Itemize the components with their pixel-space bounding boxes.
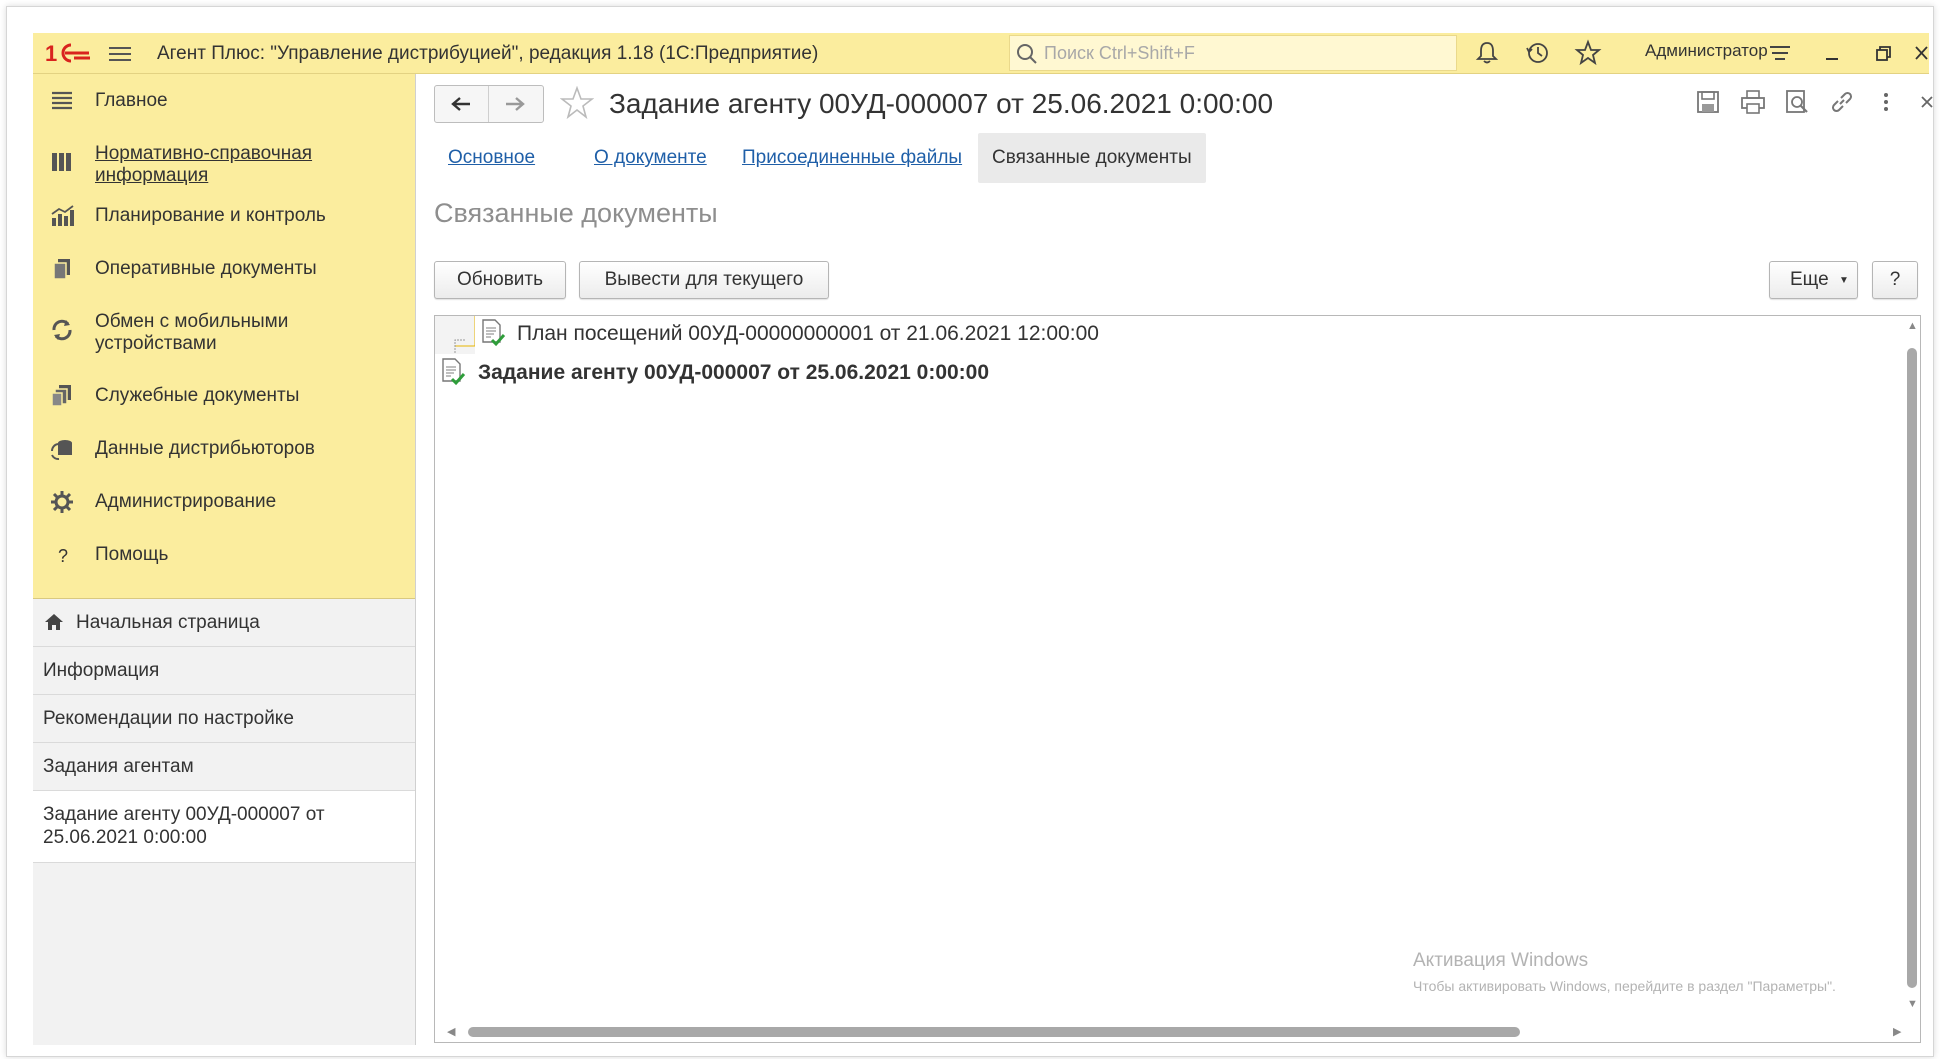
add-to-favorites-icon[interactable] — [560, 86, 594, 120]
help-button[interactable]: ? — [1872, 261, 1918, 299]
section-planning[interactable]: Планирование и контроль — [33, 203, 415, 233]
related-documents-tree[interactable]: План посещений 00УД-00000000001 от 21.06… — [434, 315, 1921, 1043]
show-for-current-button[interactable]: Вывести для текущего — [579, 261, 829, 299]
history-navigation — [434, 85, 544, 123]
vertical-scroll-thumb[interactable] — [1907, 348, 1917, 988]
scroll-left-icon[interactable]: ◀ — [447, 1025, 455, 1038]
section-service-docs[interactable]: Служебные документы — [33, 383, 415, 413]
link-icon[interactable] — [1828, 88, 1856, 116]
scroll-down-icon[interactable]: ▼ — [1907, 998, 1918, 1010]
scroll-right-icon[interactable]: ▶ — [1893, 1025, 1901, 1038]
search-icon — [1017, 44, 1037, 64]
arrow-right-icon — [506, 97, 525, 111]
posted-document-icon — [482, 319, 506, 347]
screenshot-frame: 1 Агент Плюс: "Управление дистрибуцией",… — [6, 6, 1934, 1057]
back-button[interactable] — [435, 86, 489, 122]
horizontal-scroll-thumb[interactable] — [468, 1027, 1520, 1037]
gear-icon — [51, 491, 73, 513]
help-icon: ? — [58, 546, 68, 566]
document-title: Задание агенту 00УД-000007 от 25.06.2021… — [609, 88, 1274, 119]
current-user[interactable]: Администратор — [1645, 41, 1768, 61]
history-icon[interactable] — [1524, 39, 1552, 67]
svg-text:?: ? — [58, 546, 68, 566]
list-icon — [52, 91, 72, 110]
book-icon — [52, 153, 71, 171]
tree-row[interactable]: План посещений 00УД-00000000001 от 21.06… — [435, 318, 1335, 350]
open-window-recommendations[interactable]: Рекомендации по настройке — [33, 695, 415, 743]
sync-icon — [52, 319, 72, 341]
close-window-icon[interactable] — [1913, 39, 1929, 67]
service-docs-icon — [51, 385, 71, 407]
more-button-label: Еще — [1790, 269, 1829, 290]
favorites-star-icon[interactable] — [1574, 39, 1602, 67]
title-bar: 1 Агент Плюс: "Управление дистрибуцией",… — [33, 33, 1929, 74]
tab-attached-files[interactable]: Присоединенные файлы — [742, 133, 962, 183]
section-operational-docs[interactable]: Оперативные документы — [33, 256, 415, 286]
arrow-left-icon — [451, 97, 470, 111]
open-window-current-task[interactable]: Задание агенту 00УД-000007 от 25.06.2021… — [33, 791, 415, 863]
sections-panel: Главное Нормативно-справочная информация… — [33, 74, 415, 599]
preview-icon[interactable] — [1783, 88, 1811, 116]
open-window-information[interactable]: Информация — [33, 647, 415, 695]
1c-logo-icon: 1 — [45, 41, 90, 65]
section-reference-data[interactable]: Нормативно-справочная информация — [33, 141, 415, 191]
more-actions-icon[interactable] — [1872, 88, 1900, 116]
chart-icon — [51, 205, 74, 226]
section-distributors[interactable]: Данные дистрибьюторов — [33, 436, 415, 466]
posted-document-icon — [442, 358, 466, 386]
tab-related-documents[interactable]: Связанные документы — [978, 133, 1206, 183]
svg-text:1: 1 — [45, 41, 57, 65]
scroll-up-icon[interactable]: ▲ — [1907, 320, 1918, 332]
tab-main[interactable]: Основное — [448, 133, 535, 183]
refresh-button[interactable]: Обновить — [434, 261, 566, 299]
close-form-icon[interactable] — [1913, 88, 1941, 116]
sidebar: Главное Нормативно-справочная информация… — [33, 74, 416, 1045]
print-icon[interactable] — [1739, 88, 1767, 116]
horizontal-scrollbar[interactable]: ◀ ▶ — [435, 1020, 1920, 1042]
documents-icon — [53, 259, 70, 280]
open-window-home[interactable]: Начальная страница — [33, 599, 415, 647]
app-title: Агент Плюс: "Управление дистрибуцией", р… — [157, 43, 819, 64]
more-button[interactable]: Еще ▼ — [1769, 261, 1858, 299]
windows-activation-watermark: Активация Windows Чтобы активировать Win… — [1413, 950, 1836, 994]
vertical-scrollbar[interactable]: ▲ ▼ — [1902, 316, 1920, 1014]
document-form: Задание агенту 00УД-000007 от 25.06.2021… — [416, 74, 1933, 1045]
distributors-icon — [50, 440, 72, 460]
save-icon[interactable] — [1694, 88, 1722, 116]
restore-icon[interactable] — [1869, 39, 1897, 67]
home-icon — [45, 614, 63, 630]
tree-row-current[interactable]: Задание агенту 00УД-000007 от 25.06.2021… — [435, 357, 1335, 389]
open-window-agent-tasks[interactable]: Задания агентам — [33, 743, 415, 791]
bell-icon[interactable] — [1473, 39, 1501, 67]
section-administration[interactable]: Администрирование — [33, 489, 415, 519]
section-main[interactable]: Главное — [33, 88, 415, 118]
settings-menu-icon[interactable] — [1766, 39, 1794, 67]
section-help[interactable]: ? Помощь — [33, 542, 415, 572]
search-input[interactable] — [1042, 40, 1446, 66]
main-menu-icon[interactable] — [109, 43, 131, 63]
section-title: Связанные документы — [434, 198, 718, 228]
forward-button[interactable] — [489, 86, 542, 122]
global-search[interactable] — [1009, 35, 1457, 71]
tab-about-document[interactable]: О документе — [594, 133, 707, 183]
minimize-icon[interactable] — [1818, 39, 1846, 67]
section-mobile-exchange[interactable]: Обмен с мобильными устройствами — [33, 309, 415, 359]
app-window: 1 Агент Плюс: "Управление дистрибуцией",… — [33, 33, 1933, 1045]
chevron-down-icon: ▼ — [1838, 275, 1849, 286]
